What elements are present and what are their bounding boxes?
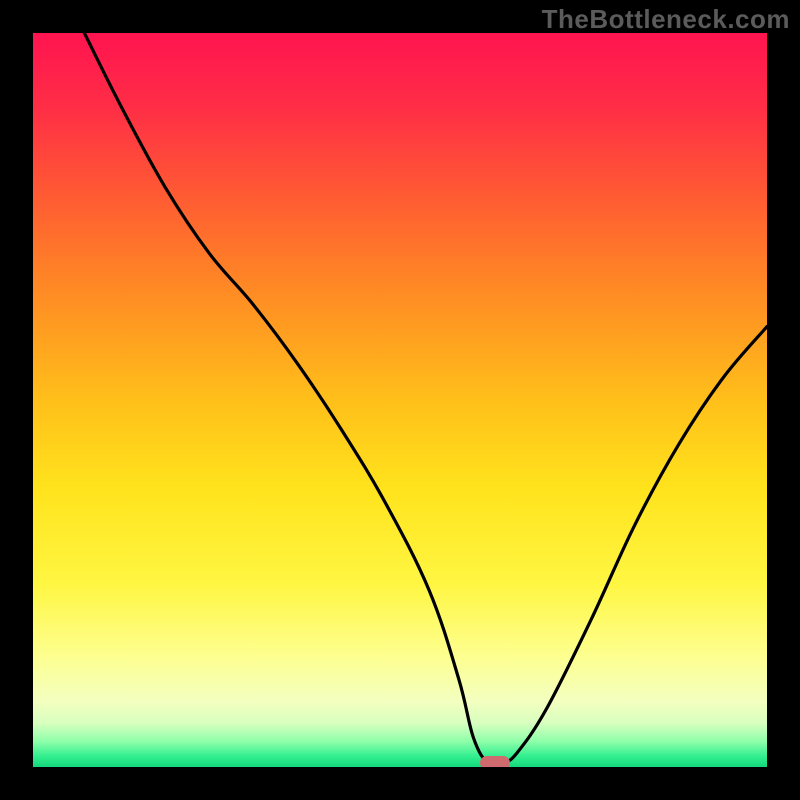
- plot-area: [33, 33, 767, 767]
- bottleneck-curve: [33, 33, 767, 767]
- watermark-text: TheBottleneck.com: [542, 4, 790, 35]
- chart-frame: TheBottleneck.com: [0, 0, 800, 800]
- optimal-marker: [480, 756, 510, 767]
